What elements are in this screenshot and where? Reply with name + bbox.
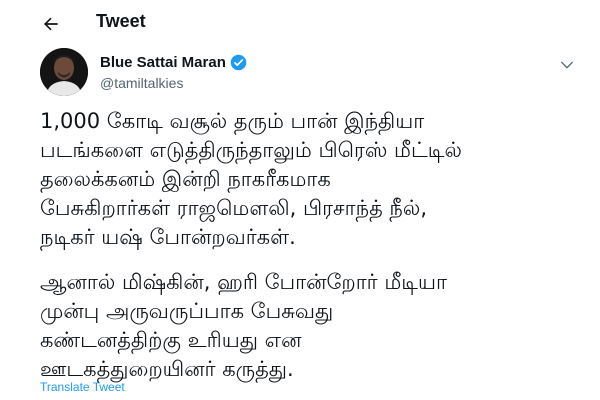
top-bar: Tweet — [0, 0, 600, 44]
back-button[interactable] — [36, 9, 66, 39]
avatar[interactable] — [40, 48, 88, 96]
chevron-down-icon — [561, 61, 573, 69]
arrow-left-icon — [44, 17, 58, 31]
verified-badge-icon — [230, 54, 247, 71]
more-options-button[interactable] — [554, 52, 580, 78]
page-title: Tweet — [96, 11, 146, 31]
author-name-row: Blue Sattai Maran — [100, 54, 247, 71]
tweet-text: 1,000 கோடி வசூல் தரும் பான் இந்தியா படங்… — [40, 107, 580, 384]
tweet-author: Blue Sattai Maran @tamiltalkies — [40, 48, 580, 100]
translate-tweet-link[interactable]: Translate Tweet — [40, 380, 125, 394]
author-name[interactable]: Blue Sattai Maran — [100, 54, 226, 71]
tweet-paragraph: 1,000 கோடி வசூல் தரும் பான் இந்தியா படங்… — [40, 109, 462, 249]
author-handle[interactable]: @tamiltalkies — [100, 75, 183, 91]
tweet-paragraph: ஆனால் மிஷ்கின், ஹரி போன்றோர் மீடியா முன்… — [40, 270, 447, 381]
